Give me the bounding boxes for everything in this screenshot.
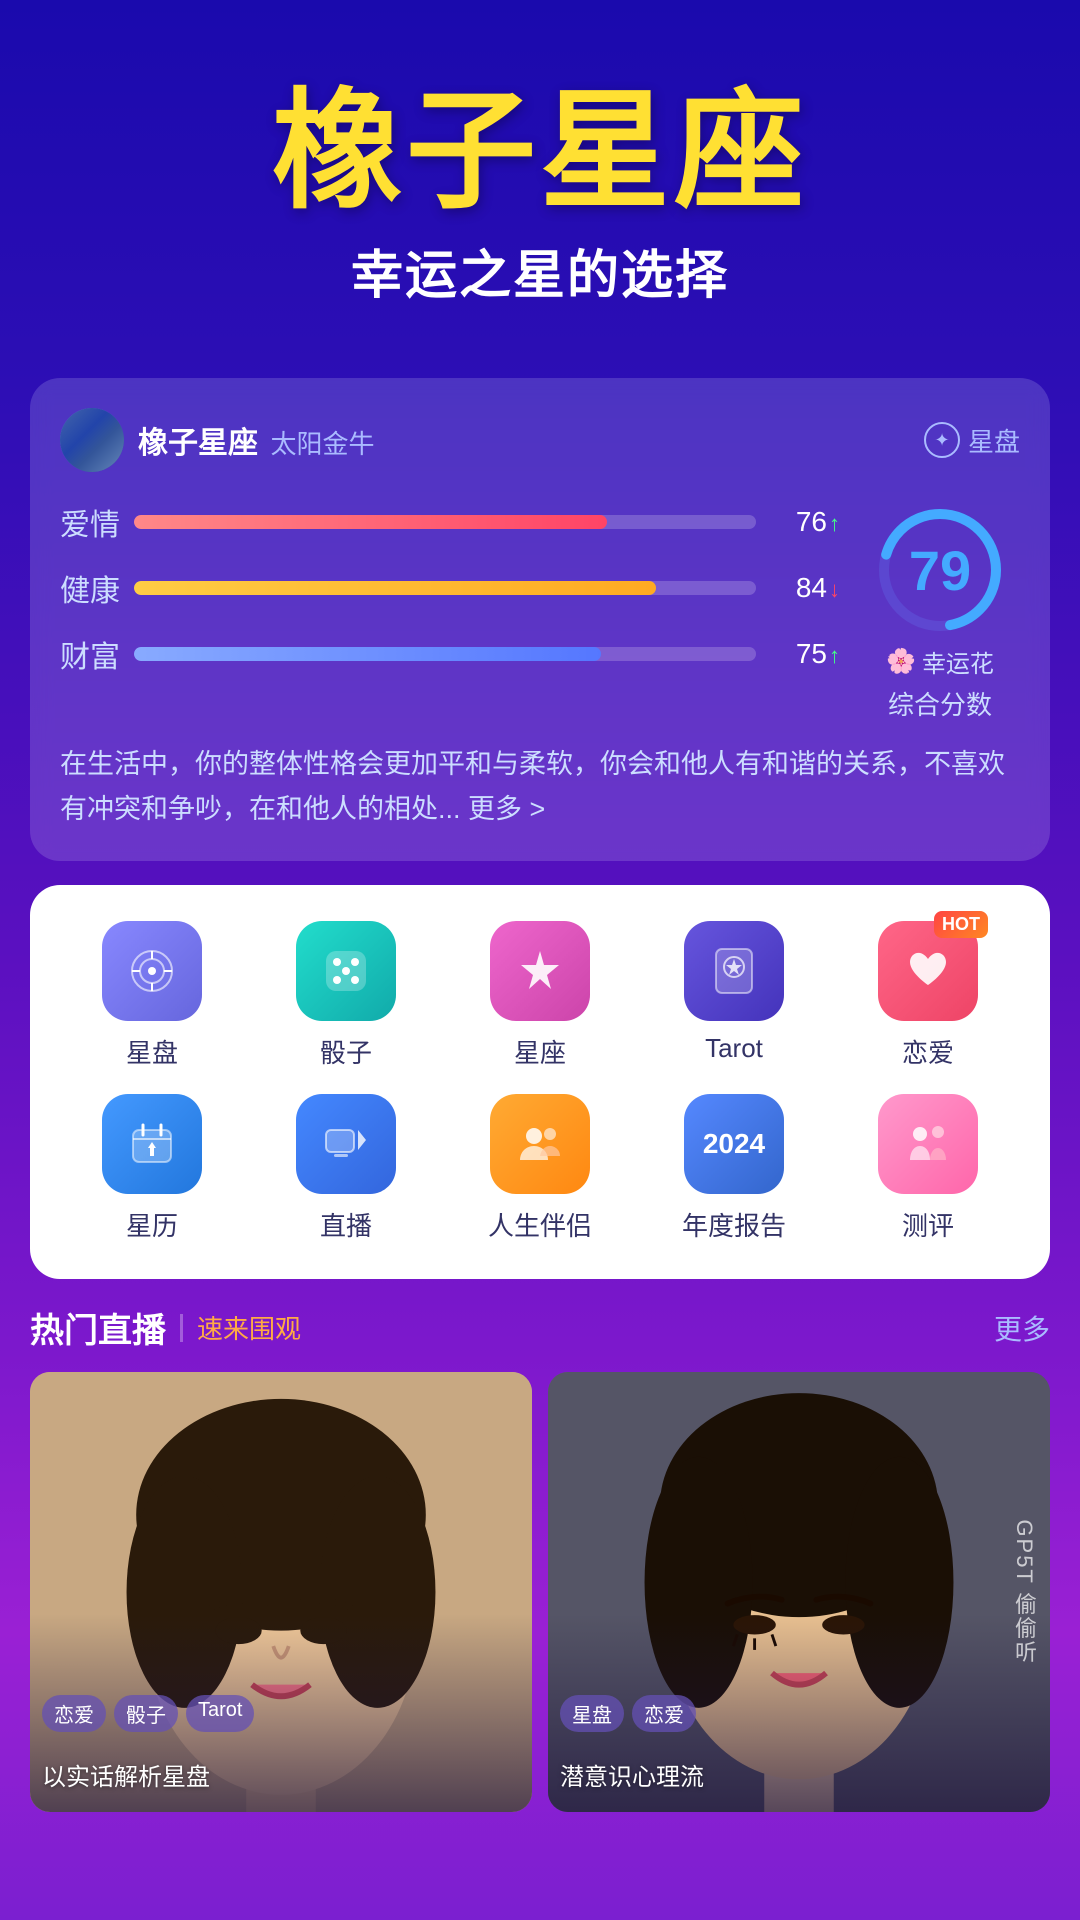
feature-xingli[interactable]: 星历 (60, 1094, 244, 1243)
score-gauge: 79 (870, 500, 1010, 640)
xingzuo-icon (490, 921, 590, 1021)
section-header: 热门直播 速来围观 更多 (30, 1303, 1050, 1352)
feature-ceping[interactable]: 测评 (836, 1094, 1020, 1243)
stats-bars: 爱情 76↑ 健康 84↓ 财富 (60, 500, 840, 722)
stats-row: 爱情 76↑ 健康 84↓ 财富 (60, 500, 1020, 722)
lianai-label: 恋爱 (902, 1033, 954, 1070)
xingpan-label: 星盘 (126, 1033, 178, 1070)
live-grid: 恋爱 骰子 Tarot 以实话解析星盘 (30, 1372, 1050, 1812)
tarot-icon (684, 921, 784, 1021)
hot-live-section: 热门直播 速来围观 更多 (30, 1303, 1050, 1812)
tarot-label: Tarot (705, 1033, 763, 1064)
wealth-bar-fill (134, 647, 601, 661)
star-chart-label: 星盘 (968, 422, 1020, 459)
health-bar-bg (134, 581, 756, 595)
hot-badge: HOT (934, 911, 988, 938)
live-caption-1: 以实话解析星盘 (42, 1757, 520, 1792)
wealth-bar-bg (134, 647, 756, 661)
niandu-icon: 2024 (684, 1094, 784, 1194)
love-arrow: ↑ (829, 511, 840, 536)
wealth-arrow: ↑ (829, 643, 840, 668)
zhibo-icon (296, 1094, 396, 1194)
live-tags-1: 恋爱 骰子 Tarot (42, 1695, 254, 1732)
lucky-label: 幸运花 (922, 644, 994, 679)
wealth-label: 财富 (60, 632, 120, 676)
feature-xingzuo[interactable]: 星座 (448, 921, 632, 1070)
stat-wealth: 财富 75↑ (60, 632, 840, 676)
description-text: 在生活中，你的整体性格会更加平和与柔软，你会和他人有和谐的关系，不喜欢有冲突和争… (60, 742, 1020, 831)
live-tags-2: 星盘 恋爱 (560, 1695, 696, 1732)
lucky-flower: 🌸 幸运花 (886, 644, 994, 679)
xingli-icon (102, 1094, 202, 1194)
love-value: 76↑ (770, 506, 840, 538)
ceping-label: 测评 (902, 1206, 954, 1243)
health-bar-fill (134, 581, 656, 595)
feature-lianai[interactable]: HOT 恋爱 (836, 921, 1020, 1070)
live-card-1[interactable]: 恋爱 骰子 Tarot 以实话解析星盘 (30, 1372, 532, 1812)
health-label: 健康 (60, 566, 120, 610)
score-circle: 79 🌸 幸运花 综合分数 (860, 500, 1020, 722)
stats-card: 橡子星座 太阳金牛 ✦ 星盘 爱情 76↑ 健康 (30, 378, 1050, 861)
wealth-value: 75↑ (770, 638, 840, 670)
health-value: 84↓ (770, 572, 840, 604)
zhibo-label: 直播 (320, 1206, 372, 1243)
banlu-label: 人生伴侣 (488, 1206, 592, 1243)
user-header: 橡子星座 太阳金牛 ✦ 星盘 (60, 408, 1020, 472)
lianai-icon: HOT (878, 921, 978, 1021)
feature-xingpan[interactable]: 星盘 (60, 921, 244, 1070)
xingpan-icon (102, 921, 202, 1021)
live-tag: Tarot (186, 1695, 254, 1732)
stat-love: 爱情 76↑ (60, 500, 840, 544)
user-sign: 太阳金牛 (270, 429, 374, 459)
flower-emoji: 🌸 (886, 647, 916, 676)
love-bar-bg (134, 515, 756, 529)
love-label: 爱情 (60, 500, 120, 544)
feature-niandu[interactable]: 2024 年度报告 (642, 1094, 826, 1243)
feature-shaizi[interactable]: 骰子 (254, 921, 438, 1070)
feature-tarot[interactable]: Tarot (642, 921, 826, 1070)
feature-card: 星盘 骰子 星座 (30, 885, 1050, 1279)
xingli-label: 星历 (126, 1206, 178, 1243)
app-title: 橡子星座 (40, 80, 1040, 223)
feature-grid: 星盘 骰子 星座 (60, 921, 1020, 1243)
live-tag: 恋爱 (42, 1695, 106, 1732)
user-name: 橡子星座 (138, 427, 258, 460)
section-title-group: 热门直播 速来围观 (30, 1303, 301, 1352)
more-button[interactable]: 更多 (994, 1308, 1050, 1348)
stat-health: 健康 84↓ (60, 566, 840, 610)
love-bar-fill (134, 515, 607, 529)
user-info: 橡子星座 太阳金牛 (60, 408, 374, 472)
niandu-label: 年度报告 (682, 1206, 786, 1243)
live-tag: 恋爱 (632, 1695, 696, 1732)
hot-live-subtitle: 速来围观 (197, 1309, 301, 1346)
feature-zhibo[interactable]: 直播 (254, 1094, 438, 1243)
shaizi-label: 骰子 (320, 1033, 372, 1070)
shaizi-icon (296, 921, 396, 1021)
app-subtitle: 幸运之星的选择 (40, 233, 1040, 308)
live-card-2[interactable]: GP5T 偷偷听 星盘 恋爱 潜意识心理流 (548, 1372, 1050, 1812)
hot-live-title: 热门直播 (30, 1303, 166, 1352)
xingzuo-label: 星座 (514, 1033, 566, 1070)
score-number: 79 (909, 538, 971, 603)
feature-banlu[interactable]: 人生伴侣 (448, 1094, 632, 1243)
side-text-2: GP5T 偷偷听 (1008, 1520, 1040, 1665)
score-total-label: 综合分数 (888, 685, 992, 722)
ceping-icon (878, 1094, 978, 1194)
user-name-group: 橡子星座 太阳金牛 (138, 418, 374, 462)
live-tag: 星盘 (560, 1695, 624, 1732)
banlu-icon (490, 1094, 590, 1194)
star-chart-icon: ✦ (924, 422, 960, 458)
header-section: 橡子星座 幸运之星的选择 (0, 0, 1080, 348)
section-divider (180, 1314, 183, 1342)
live-tag: 骰子 (114, 1695, 178, 1732)
health-arrow: ↓ (829, 577, 840, 602)
avatar (60, 408, 124, 472)
star-chart-button[interactable]: ✦ 星盘 (924, 422, 1020, 459)
live-caption-2: 潜意识心理流 (560, 1757, 1038, 1792)
